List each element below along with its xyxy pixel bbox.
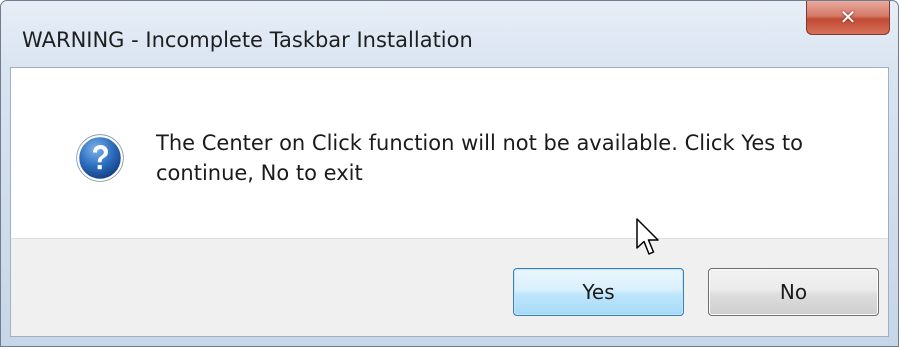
close-button[interactable]: ✕ [806,1,890,35]
dialog-client-area: The Center on Click function will not be… [10,67,889,337]
question-icon [76,134,124,182]
dialog-message: The Center on Click function will not be… [156,131,803,185]
dialog-window: WARNING - Incomplete Taskbar Installatio… [0,0,899,347]
yes-button[interactable]: Yes [513,268,684,316]
message-area: The Center on Click function will not be… [11,68,888,238]
window-title: WARNING - Incomplete Taskbar Installatio… [22,28,473,52]
title-bar[interactable]: WARNING - Incomplete Taskbar Installatio… [1,1,898,67]
close-icon: ✕ [839,4,857,29]
no-button[interactable]: No [708,268,879,316]
button-bar: Yes No [11,238,888,336]
